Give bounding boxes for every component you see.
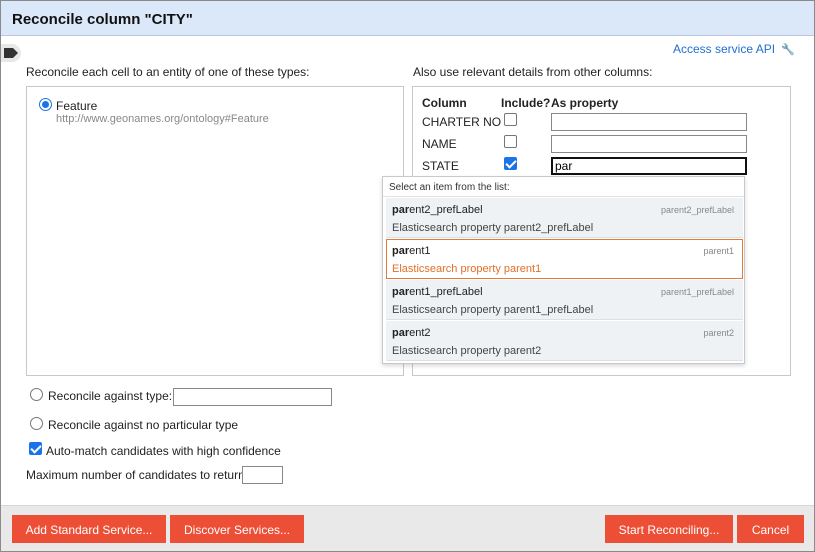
suggest-item[interactable]: parent2 parent2 Elasticsearch property p… <box>386 321 743 361</box>
cancel-button[interactable]: Cancel <box>737 515 804 543</box>
suggest-item[interactable]: parent2_prefLabel parent2_prefLabel Elas… <box>386 198 743 238</box>
suggest-item-match: par <box>392 327 410 339</box>
suggest-item-name: parent1_prefLabel <box>392 286 483 298</box>
dialog-title: Reconcile column "CITY" <box>12 11 193 28</box>
suggest-item[interactable]: parent1_prefLabel parent1_prefLabel Elas… <box>386 280 743 320</box>
property-input-charter-no[interactable] <box>551 113 747 131</box>
suggest-header: Select an item from the list: <box>383 177 744 197</box>
suggest-item-match: par <box>392 245 410 257</box>
against-type-label: Reconcile against type: <box>48 389 173 403</box>
suggest-item-name: parent2_prefLabel <box>392 204 483 216</box>
reconcile-dialog: Reconcile column "CITY" Access service A… <box>0 0 815 552</box>
type-radio-feature[interactable] <box>39 98 52 111</box>
property-suggest-dropdown: Select an item from the list: parent2_pr… <box>382 176 745 364</box>
suggest-item-name: parent1 <box>392 245 431 257</box>
suggest-item-active[interactable]: parent1 parent1 Elasticsearch property p… <box>386 239 743 279</box>
dialog-footer: Add Standard Service... Discover Service… <box>1 505 814 551</box>
property-input-name[interactable] <box>551 135 747 153</box>
suggest-item-description: Elasticsearch property parent1_prefLabel <box>392 304 594 316</box>
wrench-icon: 🔧 <box>781 44 795 56</box>
include-checkbox-state[interactable] <box>504 157 517 170</box>
column-row-name: STATE <box>422 159 459 173</box>
suggest-item-rest: ent2 <box>409 327 431 339</box>
include-checkbox-name[interactable] <box>504 135 517 148</box>
suggest-item-rest: ent2_prefLabel <box>409 204 483 216</box>
suggest-item-match: par <box>392 286 410 298</box>
max-candidates-label: Maximum number of candidates to return <box>26 468 245 482</box>
type-name: Feature <box>56 99 98 113</box>
against-type-radio[interactable] <box>30 388 43 401</box>
suggest-item-description: Elasticsearch property parent1 <box>392 263 542 275</box>
column-row-name: CHARTER NO <box>422 115 502 129</box>
suggest-item-id: parent2 <box>703 328 734 338</box>
property-input-state[interactable] <box>551 157 747 175</box>
suggest-item-id: parent2_prefLabel <box>660 205 734 215</box>
auto-match-checkbox[interactable] <box>29 442 42 455</box>
suggest-item-description: Elasticsearch property parent2 <box>392 345 542 357</box>
suggest-item-rest: ent1 <box>409 245 431 257</box>
column-header-column: Column <box>422 96 467 110</box>
suggest-item-id: parent1 <box>703 246 734 256</box>
tag-icon[interactable] <box>1 44 21 62</box>
suggest-item-rest: ent1_prefLabel <box>409 286 483 298</box>
add-standard-service-button[interactable]: Add Standard Service... <box>12 515 166 543</box>
suggest-item-description: Elasticsearch property parent2_prefLabel <box>392 222 594 234</box>
access-service-api-link[interactable]: Access service API 🔧 <box>673 42 795 56</box>
dialog-header: Reconcile column "CITY" <box>1 1 814 36</box>
suggest-item-name: parent2 <box>392 327 431 339</box>
columns-heading: Also use relevant details from other col… <box>413 65 653 79</box>
access-service-api-label: Access service API <box>673 42 776 56</box>
max-candidates-input[interactable] <box>242 466 283 484</box>
types-heading: Reconcile each cell to an entity of one … <box>26 65 310 79</box>
no-type-label: Reconcile against no particular type <box>48 418 239 432</box>
type-uri: http://www.geonames.org/ontology#Feature <box>56 113 269 125</box>
start-reconciling-button[interactable]: Start Reconciling... <box>605 515 733 543</box>
types-list: Feature http://www.geonames.org/ontology… <box>26 86 404 376</box>
auto-match-label: Auto-match candidates with high confiden… <box>46 444 281 458</box>
include-checkbox-charter-no[interactable] <box>504 113 517 126</box>
suggest-item-match: par <box>392 204 410 216</box>
against-type-input[interactable] <box>173 388 332 406</box>
tag-icon-glyph <box>4 48 18 58</box>
column-row-name: NAME <box>422 137 457 151</box>
column-header-property: As property <box>551 96 619 110</box>
discover-services-button[interactable]: Discover Services... <box>170 515 304 543</box>
column-header-include: Include? <box>501 96 551 110</box>
no-type-radio[interactable] <box>30 417 43 430</box>
suggest-item-id: parent1_prefLabel <box>660 287 734 297</box>
